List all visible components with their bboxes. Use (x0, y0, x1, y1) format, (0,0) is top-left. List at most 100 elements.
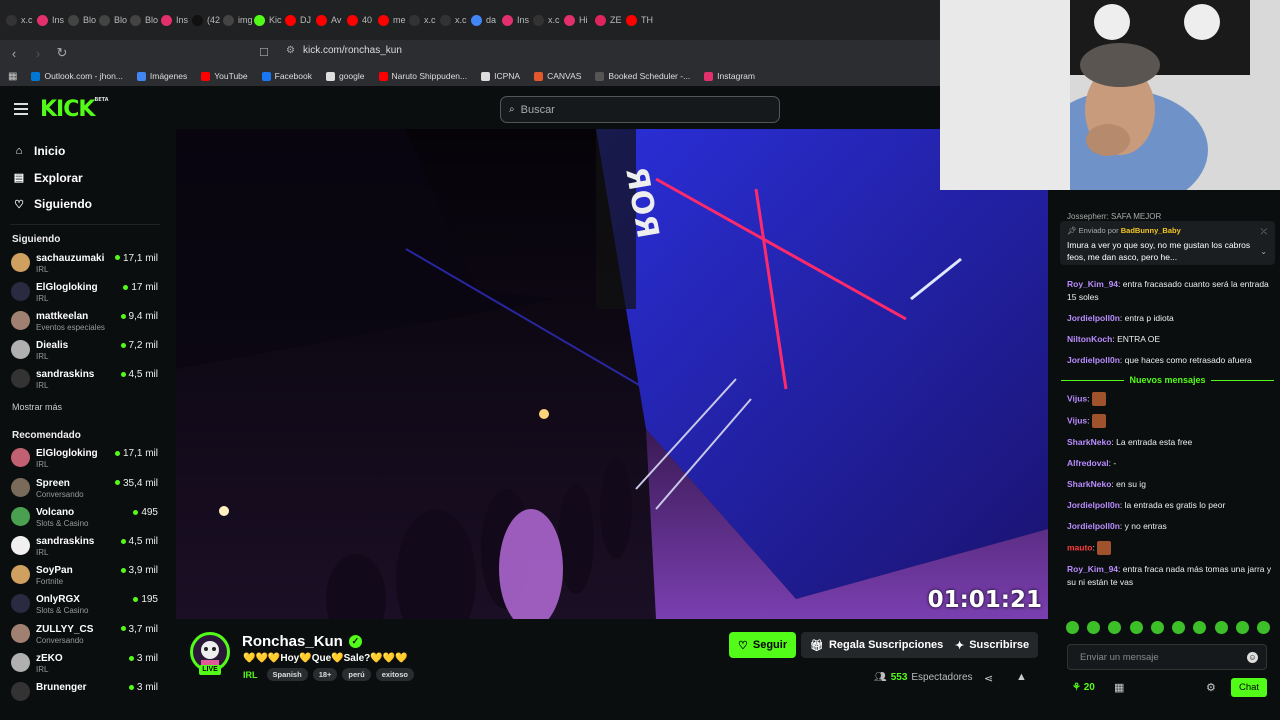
expand-chevron-icon[interactable]: ⌄ (1260, 247, 1267, 256)
chat-settings-icon[interactable]: ⚙ (1206, 681, 1216, 694)
emote-icon[interactable] (1235, 621, 1249, 634)
gift-subs-button[interactable]: 🎁︎ Regala Suscripciones (801, 632, 953, 658)
browser-tab[interactable]: ZE (595, 7, 624, 33)
sidebar-nav-explorar[interactable]: ▤ Explorar (0, 165, 170, 192)
emote-icon[interactable] (1214, 621, 1228, 634)
stream-tag[interactable]: Spanish (266, 668, 308, 681)
chat-gift-icon[interactable]: ▦ (1114, 681, 1124, 694)
sidebar-channel[interactable]: sachauzumaki IRL 17,1 mil (0, 249, 170, 278)
sidebar-channel[interactable]: ZULLYY_CS Conversando 3,7 mil (0, 620, 170, 649)
browser-tab[interactable]: x.c (533, 7, 562, 33)
pinned-message[interactable]: 📌︎ Enviado por BadBunny_Baby Imura a ver… (1060, 221, 1275, 265)
browser-tab[interactable]: Ins (502, 7, 531, 33)
bookmark-item[interactable]: ICPNA (481, 71, 520, 81)
browser-tab[interactable]: (42 (192, 7, 221, 33)
chat-username[interactable]: Vijus (1067, 393, 1087, 403)
forward-icon[interactable]: › (28, 46, 48, 61)
chat-username[interactable]: Vijus (1067, 415, 1087, 425)
browser-tab[interactable]: Blo (68, 7, 97, 33)
chat-username[interactable]: NiltonKoch (1067, 334, 1112, 344)
sidebar-channel[interactable]: SoyPan Fortnite 3,9 mil (0, 561, 170, 590)
reload-icon[interactable]: ↻ (52, 45, 72, 61)
browser-tab[interactable]: Kic (254, 7, 283, 33)
stream-tag[interactable]: 18+ (312, 668, 338, 681)
emoji-icon[interactable]: ☺ (1247, 652, 1258, 663)
sidebar-channel[interactable]: Diealis IRL 7,2 mil (0, 336, 170, 365)
emote-icon[interactable] (1256, 621, 1270, 634)
emote-icon[interactable] (1087, 621, 1101, 634)
category-link[interactable]: IRL (243, 670, 258, 680)
sidebar-channel[interactable]: zEKO IRL 3 mil (0, 649, 170, 678)
url-field[interactable]: ⚙ kick.com/ronchas_kun (286, 45, 402, 56)
channel-points[interactable]: ⚘ 20 (1072, 682, 1095, 693)
apps-grid-icon[interactable]: ▦ (8, 71, 17, 82)
sidebar-channel[interactable]: sandraskins IRL 4,5 mil (0, 532, 170, 561)
bookmark-item[interactable]: google (325, 71, 365, 81)
sidebar-channel[interactable]: ElGlogloking IRL 17,1 mil (0, 444, 170, 473)
browser-tab[interactable]: Av (316, 7, 345, 33)
sidebar-channel[interactable]: ElGlogloking IRL 17 mil (0, 278, 170, 307)
sidebar-channel[interactable]: Spreen Conversando 35,4 mil (0, 474, 170, 503)
emote-icon[interactable] (1150, 621, 1164, 634)
bookmark-item[interactable]: Booked Scheduler -... (595, 71, 690, 81)
sidebar-nav-siguiendo[interactable]: ♡ Siguiendo (0, 191, 170, 218)
browser-tab[interactable]: Ins (161, 7, 190, 33)
chat-username[interactable]: SharkNeko (1067, 479, 1111, 489)
site-info-icon[interactable]: ⚙ (286, 45, 295, 56)
bookmark-item[interactable]: YouTube (201, 71, 248, 81)
back-icon[interactable]: ‹ (4, 46, 24, 61)
chat-username[interactable]: Jordielpoll0n (1067, 313, 1120, 323)
share-icon[interactable]: ⋖ (984, 672, 993, 685)
follow-button[interactable]: ♡ Seguir (729, 632, 797, 658)
bookmark-star-icon[interactable]: ☐ (259, 46, 269, 59)
sidebar-nav-inicio[interactable]: ⌂ Inicio (0, 138, 170, 165)
bookmark-item[interactable]: Naruto Shippuden... (378, 71, 467, 81)
chat-username[interactable]: Jordielpoll0n (1067, 500, 1120, 510)
browser-tab[interactable]: da (471, 7, 500, 33)
chat-username[interactable]: mauto (1067, 542, 1093, 552)
chat-username[interactable]: Jordielpoll0n (1067, 521, 1120, 531)
sidebar-channel[interactable]: sandraskins IRL 4,5 mil (0, 365, 170, 394)
browser-tab[interactable]: img (223, 7, 252, 33)
browser-tab[interactable]: Hi (564, 7, 593, 33)
stream-tag[interactable]: perú (342, 668, 371, 681)
browser-tab[interactable]: x.c (409, 7, 438, 33)
bookmark-item[interactable]: Outlook.com - jhon... (31, 71, 123, 81)
bookmark-item[interactable]: Imágenes (136, 71, 187, 81)
sidebar-channel[interactable]: Volcano Slots & Casino 495 (0, 503, 170, 532)
sidebar-channel[interactable]: OnlyRGX Slots & Casino 195 (0, 590, 170, 619)
browser-tab[interactable]: DJ (285, 7, 314, 33)
browser-tab[interactable]: Ins (37, 7, 66, 33)
chat-username[interactable]: SharkNeko (1067, 437, 1111, 447)
chat-username[interactable]: Roy_Kim_94 (1067, 564, 1118, 574)
emote-icon[interactable] (1193, 621, 1207, 634)
unpin-icon[interactable]: ⤫ (1261, 227, 1267, 237)
browser-tab[interactable]: 40 (347, 7, 376, 33)
browser-tab[interactable]: x.c (6, 7, 35, 33)
browser-tab[interactable]: TH (626, 7, 655, 33)
report-icon[interactable]: ▲ (1016, 671, 1027, 683)
chat-send-button[interactable]: Chat (1231, 678, 1267, 697)
browser-tab[interactable]: me (378, 7, 407, 33)
emote-icon[interactable] (1172, 621, 1186, 634)
sidebar-channel[interactable]: Brunenger 3 mil (0, 678, 170, 707)
emote-icon[interactable] (1108, 621, 1122, 634)
chat-input[interactable]: Enviar un mensaje ☺ (1067, 644, 1267, 670)
chat-username[interactable]: Jordielpoll0n (1067, 355, 1120, 365)
video-player[interactable]: ЯOЯ 01:01:21 (176, 129, 1048, 619)
emote-icon[interactable] (1129, 621, 1143, 634)
stream-tag[interactable]: exitoso (375, 668, 414, 681)
emote-icon[interactable] (1066, 621, 1079, 634)
subscribe-button[interactable]: ✦ Suscribirse (946, 632, 1039, 658)
chat-username[interactable]: Alfredoval (1067, 458, 1109, 468)
bookmark-item[interactable]: CANVAS (534, 71, 581, 81)
bookmark-item[interactable]: Instagram (704, 71, 755, 81)
browser-tab[interactable]: Blo (130, 7, 159, 33)
chat-username[interactable]: Roy_Kim_94 (1067, 279, 1118, 289)
sidebar-channel[interactable]: mattkeelan Eventos especiales 9,4 mil (0, 307, 170, 336)
browser-tab[interactable]: Blo (99, 7, 128, 33)
search-input[interactable]: ⌕ Buscar (500, 96, 780, 123)
show-more-link[interactable]: Mostrar más (0, 396, 170, 418)
browser-tab[interactable]: x.c (440, 7, 469, 33)
streamer-name[interactable]: Ronchas_Kun (242, 633, 343, 650)
